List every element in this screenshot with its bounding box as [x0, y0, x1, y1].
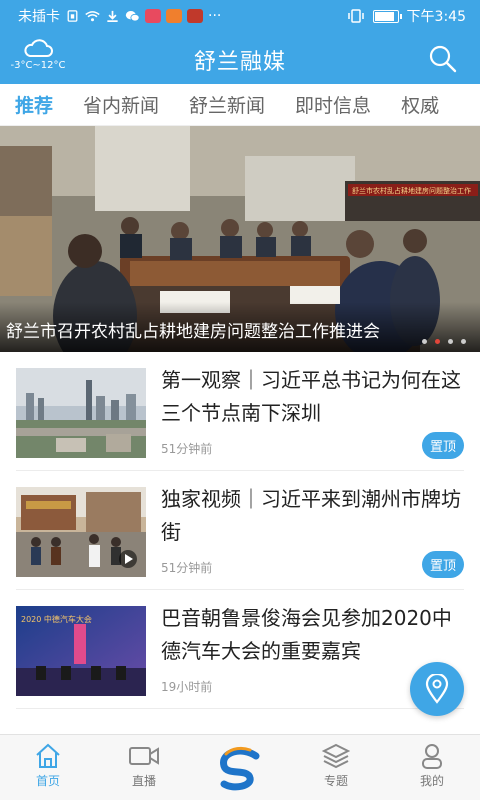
pinned-badge: 置顶	[421, 551, 464, 578]
news-time: 51分钟前	[161, 561, 213, 575]
more-notifications-text: ···	[208, 8, 222, 24]
conference-image: 2020 中德汽车大会	[16, 606, 146, 696]
news-headline: 独家视频｜习近平来到潮州市牌坊街	[161, 487, 461, 544]
category-tabs: 推荐 省内新闻 舒兰新闻 即时信息 权威	[0, 84, 480, 126]
wifi-icon	[85, 11, 100, 22]
carousel-dot[interactable]	[422, 339, 427, 344]
banner-carousel[interactable]: 舒兰市农村乱占耕地建房问题整治工作 舒兰市召开农村乱占耕地建房问题整治工作推进会	[0, 126, 480, 352]
search-icon[interactable]	[428, 44, 458, 74]
video-camera-icon	[129, 747, 159, 765]
nav-mine-label: 我的	[419, 774, 444, 788]
tab-recommend[interactable]: 推荐	[0, 91, 68, 118]
tab-shulan-news[interactable]: 舒兰新闻	[174, 91, 280, 118]
logo-icon	[220, 746, 260, 790]
home-icon	[36, 743, 60, 768]
news-item[interactable]: 2020 中德汽车大会 巴音朝鲁景俊海会见参加2020中德汽车大会的重要嘉宾 1…	[16, 590, 464, 709]
nav-home[interactable]: 首页	[0, 735, 96, 800]
nav-mine[interactable]: 我的	[384, 735, 480, 800]
app-header: -3°C~12°C 舒兰融媒	[0, 32, 480, 84]
sim-icon	[67, 10, 78, 22]
city-skyline-image	[16, 368, 146, 458]
news-item[interactable]: 独家视频｜习近平来到潮州市牌坊街 51分钟前 置顶	[16, 471, 464, 590]
tab-instant-info[interactable]: 即时信息	[280, 91, 386, 118]
pinned-badge: 置顶	[421, 432, 464, 459]
carousel-dot-active[interactable]	[435, 339, 440, 344]
clock-text: 下午3:45	[406, 9, 466, 25]
news-headline: 第一观察｜习近平总书记为何在这三个节点南下深圳	[161, 368, 461, 425]
layers-icon	[322, 743, 350, 769]
news-thumbnail: 2020 中德汽车大会	[16, 606, 146, 696]
street-scene-image	[16, 487, 146, 577]
status-bar: 未插卡 ··· 下午3:45	[0, 0, 480, 32]
location-pin-icon	[425, 674, 449, 704]
news-thumbnail	[16, 368, 146, 458]
nav-center-logo[interactable]	[192, 735, 288, 800]
carrier-text: 未插卡	[18, 9, 60, 25]
banner-screen-text: 舒兰市农村乱占耕地建房问题整治工作	[352, 186, 471, 195]
nav-home-label: 首页	[35, 774, 60, 788]
wechat-icon	[125, 11, 140, 22]
app-notification-icon	[145, 9, 161, 23]
app-title: 舒兰融媒	[193, 50, 286, 75]
tab-province-news[interactable]: 省内新闻	[68, 91, 174, 118]
app-notification-icon	[187, 9, 203, 23]
news-time: 19小时前	[161, 680, 213, 694]
nav-live-label: 直播	[131, 774, 156, 788]
banner-caption: 舒兰市召开农村乱占耕地建房问题整治工作推进会	[6, 322, 380, 342]
carousel-indicator	[422, 339, 466, 344]
carousel-dot[interactable]	[448, 339, 453, 344]
battery-icon	[372, 9, 402, 23]
carousel-dot[interactable]	[461, 339, 466, 344]
nav-topics[interactable]: 专题	[288, 735, 384, 800]
location-button[interactable]	[410, 662, 464, 716]
vibrate-icon	[347, 9, 364, 23]
conference-banner-text: 2020 中德汽车大会	[21, 614, 92, 624]
bottom-nav: 首页 直播 专题 我的	[0, 734, 480, 800]
nav-live[interactable]: 直播	[96, 735, 192, 800]
news-headline: 巴音朝鲁景俊海会见参加2020中德汽车大会的重要嘉宾	[161, 606, 452, 663]
news-list: 第一观察｜习近平总书记为何在这三个节点南下深圳 51分钟前 置顶 独家视频｜习近…	[0, 352, 480, 709]
tab-authority[interactable]: 权威	[386, 91, 454, 118]
news-thumbnail	[16, 487, 146, 577]
news-item[interactable]: 第一观察｜习近平总书记为何在这三个节点南下深圳 51分钟前 置顶	[16, 352, 464, 471]
news-time: 51分钟前	[161, 442, 213, 456]
nav-topics-label: 专题	[323, 774, 348, 788]
download-icon	[107, 10, 118, 22]
user-icon	[422, 744, 442, 769]
app-notification-icon	[166, 9, 182, 23]
